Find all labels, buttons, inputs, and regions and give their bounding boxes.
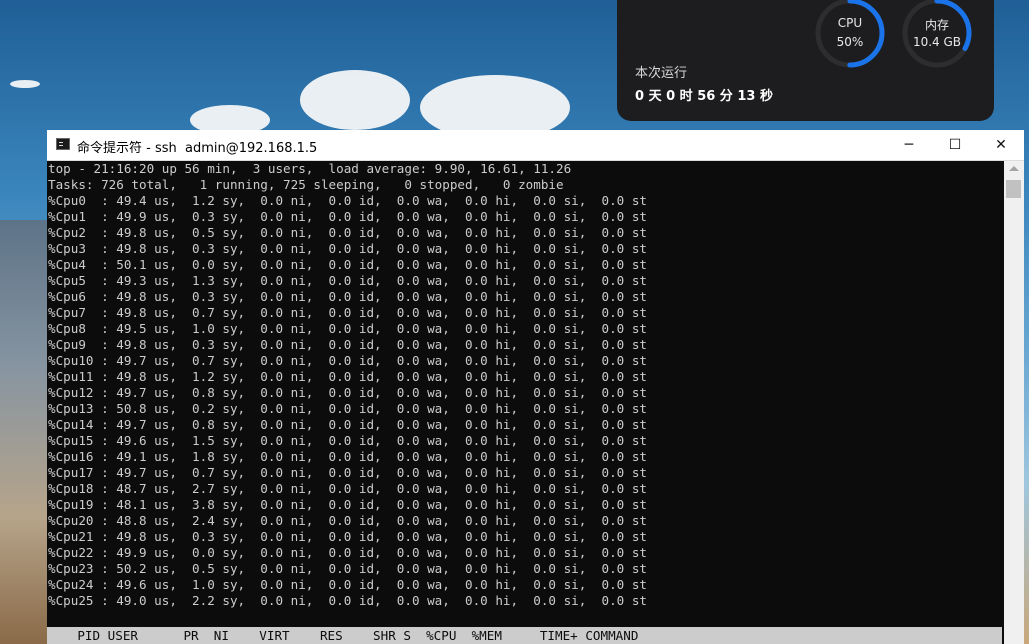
terminal-line: %Cpu7 : 49.8 us, 0.7 sy, 0.0 ni, 0.0 id,… xyxy=(48,305,647,320)
terminal-line: %Cpu24 : 49.6 us, 1.0 sy, 0.0 ni, 0.0 id… xyxy=(48,577,647,592)
system-monitor-widget: CPU 50% 内存 10.4 GB 本次运行 0 天 0 时 56 分 13 … xyxy=(617,0,994,121)
command-prompt-window[interactable]: 命令提示符 - ssh admin@192.168.1.5 ─ ☐ ✕ top … xyxy=(47,130,1024,644)
terminal-line: %Cpu12 : 49.7 us, 0.8 sy, 0.0 ni, 0.0 id… xyxy=(48,385,647,400)
window-titlebar[interactable]: 命令提示符 - ssh admin@192.168.1.5 ─ ☐ ✕ xyxy=(47,130,1024,161)
terminal-line: %Cpu0 : 49.4 us, 1.2 sy, 0.0 ni, 0.0 id,… xyxy=(48,193,647,208)
scroll-up-icon[interactable] xyxy=(1009,166,1019,171)
maximize-icon: ☐ xyxy=(948,137,962,153)
minimize-icon: ─ xyxy=(904,137,914,153)
terminal-line: %Cpu15 : 49.6 us, 1.5 sy, 0.0 ni, 0.0 id… xyxy=(48,433,647,448)
terminal-line: %Cpu2 : 49.8 us, 0.5 sy, 0.0 ni, 0.0 id,… xyxy=(48,225,647,240)
terminal-line: %Cpu1 : 49.9 us, 0.3 sy, 0.0 ni, 0.0 id,… xyxy=(48,209,647,224)
cpu-gauge: CPU 50% xyxy=(814,0,886,69)
terminal-line: %Cpu9 : 49.8 us, 0.3 sy, 0.0 ni, 0.0 id,… xyxy=(48,337,647,352)
cmd-icon xyxy=(56,138,70,150)
terminal-line: %Cpu5 : 49.3 us, 1.3 sy, 0.0 ni, 0.0 id,… xyxy=(48,273,647,288)
memory-value: 10.4 GB xyxy=(912,35,962,49)
minimize-button[interactable]: ─ xyxy=(886,130,932,160)
terminal-line: %Cpu6 : 49.8 us, 0.3 sy, 0.0 ni, 0.0 id,… xyxy=(48,289,647,304)
terminal-line: Tasks: 726 total, 1 running, 725 sleepin… xyxy=(48,177,564,192)
wallpaper-cloud xyxy=(300,70,410,130)
terminal-line: %Cpu16 : 49.1 us, 1.8 sy, 0.0 ni, 0.0 id… xyxy=(48,449,647,464)
wallpaper-cloud xyxy=(10,80,40,88)
close-button[interactable]: ✕ xyxy=(978,130,1024,160)
window-title: 命令提示符 - ssh admin@192.168.1.5 xyxy=(77,141,318,156)
memory-label: 内存 xyxy=(924,18,949,32)
vertical-scrollbar[interactable] xyxy=(1004,161,1024,644)
uptime-value: 0 天 0 时 56 分 13 秒 xyxy=(635,89,773,104)
terminal-line: top - 21:16:20 up 56 min, 3 users, load … xyxy=(48,161,572,176)
terminal-line: %Cpu13 : 50.8 us, 0.2 sy, 0.0 ni, 0.0 id… xyxy=(48,401,647,416)
memory-gauge: 内存 10.4 GB xyxy=(901,0,973,69)
terminal-line: %Cpu14 : 49.7 us, 0.8 sy, 0.0 ni, 0.0 id… xyxy=(48,417,647,432)
terminal-line: %Cpu18 : 48.7 us, 2.7 sy, 0.0 ni, 0.0 id… xyxy=(48,481,647,496)
cpu-label: CPU xyxy=(837,16,863,30)
scrollbar-thumb[interactable] xyxy=(1006,180,1021,198)
terminal-line: %Cpu10 : 49.7 us, 0.7 sy, 0.0 ni, 0.0 id… xyxy=(48,353,647,368)
terminal-line: %Cpu20 : 48.8 us, 2.4 sy, 0.0 ni, 0.0 id… xyxy=(48,513,647,528)
terminal-lines: top - 21:16:20 up 56 min, 3 users, load … xyxy=(47,161,1002,609)
maximize-button[interactable]: ☐ xyxy=(932,130,978,160)
terminal-output[interactable]: top - 21:16:20 up 56 min, 3 users, load … xyxy=(47,161,1002,644)
terminal-line: %Cpu4 : 50.1 us, 0.0 sy, 0.0 ni, 0.0 id,… xyxy=(48,257,647,272)
terminal-line: %Cpu22 : 49.9 us, 0.0 sy, 0.0 ni, 0.0 id… xyxy=(48,545,647,560)
terminal-line: %Cpu23 : 50.2 us, 0.5 sy, 0.0 ni, 0.0 id… xyxy=(48,561,647,576)
close-icon: ✕ xyxy=(995,137,1007,153)
terminal-line: %Cpu8 : 49.5 us, 1.0 sy, 0.0 ni, 0.0 id,… xyxy=(48,321,647,336)
terminal-line: %Cpu3 : 49.8 us, 0.3 sy, 0.0 ni, 0.0 id,… xyxy=(48,241,647,256)
terminal-line: %Cpu19 : 48.1 us, 3.8 sy, 0.0 ni, 0.0 id… xyxy=(48,497,647,512)
terminal-line: %Cpu25 : 49.0 us, 2.2 sy, 0.0 ni, 0.0 id… xyxy=(48,593,647,608)
terminal-line: %Cpu17 : 49.7 us, 0.7 sy, 0.0 ni, 0.0 id… xyxy=(48,465,647,480)
process-table-header: PID USER PR NI VIRT RES SHR S %CPU %MEM … xyxy=(47,627,1002,644)
terminal-line: %Cpu11 : 49.8 us, 1.2 sy, 0.0 ni, 0.0 id… xyxy=(48,369,647,384)
uptime-title: 本次运行 xyxy=(635,66,688,81)
cpu-value: 50% xyxy=(836,35,864,49)
terminal-line: %Cpu21 : 49.8 us, 0.3 sy, 0.0 ni, 0.0 id… xyxy=(48,529,647,544)
